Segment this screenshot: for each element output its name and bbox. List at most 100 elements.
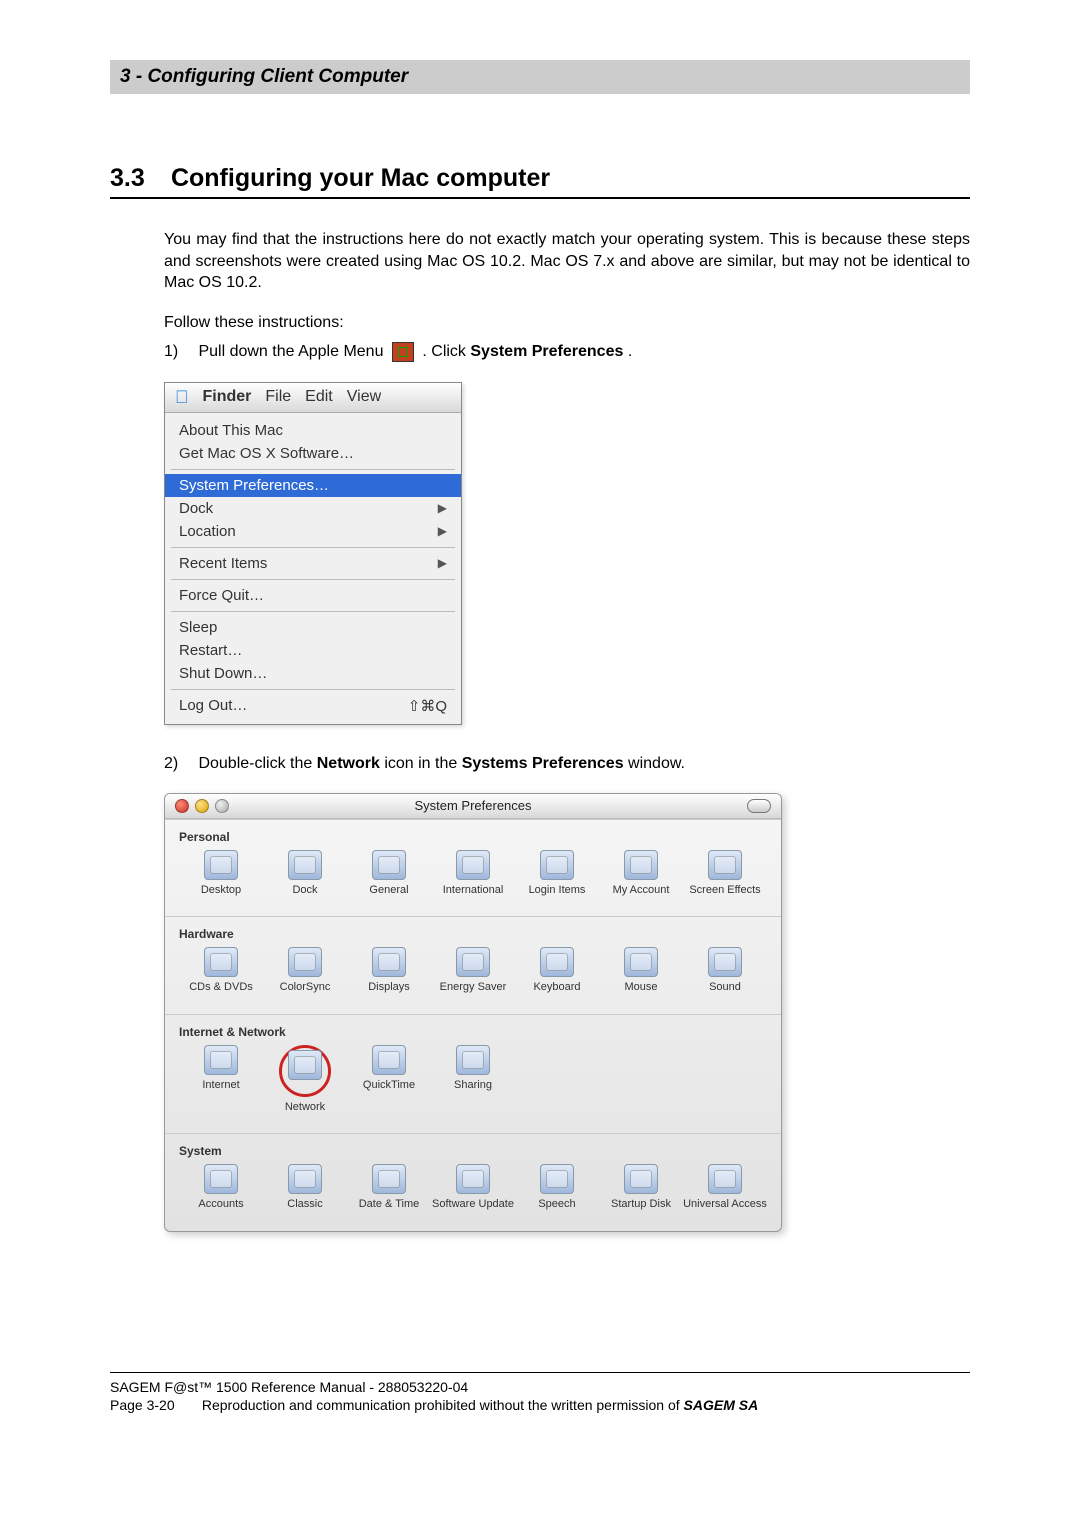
pref-item-label: Dock [263, 884, 347, 897]
pref-item-internet[interactable]: Internet [179, 1045, 263, 1113]
pref-item-desktop[interactable]: Desktop [179, 850, 263, 897]
pref-item-keyboard[interactable]: Keyboard [515, 947, 599, 994]
sysprefs-section-title: System [179, 1144, 767, 1158]
classic-icon [288, 1164, 322, 1194]
pref-item-label: Startup Disk [599, 1198, 683, 1211]
step-2-b1: Network [317, 755, 380, 772]
pref-item-network[interactable]: Network [263, 1045, 347, 1113]
step-2-b2: Systems Preferences [462, 755, 624, 772]
pref-item-dock[interactable]: Dock [263, 850, 347, 897]
step-1-number: 1) [164, 343, 194, 361]
menu-item-location[interactable]: Location ▶ [165, 520, 461, 543]
pref-item-label: Speech [515, 1198, 599, 1211]
system-preferences-window: System Preferences Personal DesktopDockGe… [164, 793, 782, 1232]
step-1-end: . [628, 343, 632, 360]
menu-item-log-out[interactable]: Log Out…⇧⌘Q [165, 694, 461, 718]
pref-item-general[interactable]: General [347, 850, 431, 897]
sysprefs-section-hardware: Hardware CDs & DVDsColorSyncDisplaysEnerg… [165, 916, 781, 1014]
pref-item-sharing[interactable]: Sharing [431, 1045, 515, 1113]
menu-item-label: About This Mac [179, 422, 283, 439]
menu-item-label: Recent Items [179, 555, 267, 572]
pref-item-label: International [431, 884, 515, 897]
pref-item-label: Keyboard [515, 981, 599, 994]
menu-item-dock[interactable]: Dock▶ [165, 497, 461, 520]
menubar-view[interactable]: View [347, 388, 381, 406]
menu-separator [171, 469, 455, 470]
apple-menu-body: About This Mac Get Mac OS X Software… Syst… [165, 413, 461, 724]
menu-item-label: Location [179, 523, 236, 540]
menu-item-get-mac-os-x-software[interactable]: Get Mac OS X Software… [165, 442, 461, 465]
pref-item-label: Accounts [179, 1198, 263, 1211]
sharing-icon [456, 1045, 490, 1075]
menu-item-force-quit[interactable]: Force Quit… [165, 584, 461, 607]
submenu-arrow-icon: ▶ [438, 524, 447, 538]
pref-item-my-account[interactable]: My Account [599, 850, 683, 897]
section-heading: Configuring your Mac computer [171, 164, 550, 192]
my-account-icon [624, 850, 658, 880]
pref-item-label: CDs & DVDs [179, 981, 263, 994]
cds-dvds-icon [204, 947, 238, 977]
displays-icon [372, 947, 406, 977]
menu-item-recent-items[interactable]: Recent Items▶ [165, 552, 461, 575]
sysprefs-title: System Preferences [165, 798, 781, 813]
menu-item-label: Force Quit… [179, 587, 264, 604]
sound-icon [708, 947, 742, 977]
pref-item-login-items[interactable]: Login Items [515, 850, 599, 897]
menubar-file[interactable]: File [265, 388, 291, 406]
menubar-finder[interactable]: Finder [203, 388, 252, 406]
pref-item-displays[interactable]: Displays [347, 947, 431, 994]
menu-item-about-this-mac[interactable]: About This Mac [165, 419, 461, 442]
pref-item-international[interactable]: International [431, 850, 515, 897]
pref-item-startup-disk[interactable]: Startup Disk [599, 1164, 683, 1211]
pref-item-quicktime[interactable]: QuickTime [347, 1045, 431, 1113]
sysprefs-section-title: Personal [179, 830, 767, 844]
pref-item-accounts[interactable]: Accounts [179, 1164, 263, 1211]
keyboard-icon [540, 947, 574, 977]
pref-item-date-time[interactable]: Date & Time [347, 1164, 431, 1211]
desktop-icon [204, 850, 238, 880]
pref-item-label: QuickTime [347, 1079, 431, 1092]
apple-logo-icon[interactable]:  [175, 387, 189, 408]
menu-separator [171, 579, 455, 580]
menu-item-system-preferences[interactable]: System Preferences… [165, 474, 461, 497]
follow-instructions: Follow these instructions: [164, 314, 970, 332]
energy-saver-icon [456, 947, 490, 977]
pref-item-energy-saver[interactable]: Energy Saver [431, 947, 515, 994]
pref-item-sound[interactable]: Sound [683, 947, 767, 994]
pref-item-label: Energy Saver [431, 981, 515, 994]
menu-item-sleep[interactable]: Sleep [165, 616, 461, 639]
pref-item-screen-effects[interactable]: Screen Effects [683, 850, 767, 897]
step-1-pre: Pull down the Apple Menu [198, 343, 387, 360]
pref-item-cds-dvds[interactable]: CDs & DVDs [179, 947, 263, 994]
quicktime-icon [372, 1045, 406, 1075]
menubar-edit[interactable]: Edit [305, 388, 333, 406]
step-2: 2) Double-click the Network icon in the … [164, 755, 970, 773]
step-1: 1) Pull down the Apple Menu . Click Syst… [164, 342, 970, 362]
pref-item-label: Date & Time [347, 1198, 431, 1211]
pref-item-label: Login Items [515, 884, 599, 897]
sysprefs-section-system: System AccountsClassicDate & TimeSoftware… [165, 1133, 781, 1231]
step-2-mid: icon in the [384, 755, 461, 772]
date-time-icon [372, 1164, 406, 1194]
pref-item-mouse[interactable]: Mouse [599, 947, 683, 994]
pref-item-colorsync[interactable]: ColorSync [263, 947, 347, 994]
pref-item-universal-access[interactable]: Universal Access [683, 1164, 767, 1211]
menu-item-shut-down[interactable]: Shut Down… [165, 662, 461, 685]
sysprefs-titlebar: System Preferences [165, 794, 781, 819]
universal-access-icon [708, 1164, 742, 1194]
step-2-post: window. [628, 755, 685, 772]
sysprefs-section-personal: Personal DesktopDockGeneralInternationalL… [165, 819, 781, 917]
sysprefs-section-network: Internet & NetworkInternetNetworkQuickTi… [165, 1014, 781, 1133]
network-icon [288, 1050, 322, 1080]
step-1-post: . Click [422, 343, 470, 360]
pref-item-label: General [347, 884, 431, 897]
pref-item-software-update[interactable]: Software Update [431, 1164, 515, 1211]
pref-item-speech[interactable]: Speech [515, 1164, 599, 1211]
menu-separator [171, 689, 455, 690]
section-number: 3.3 [110, 164, 164, 193]
footer-page: Page 3-20 [110, 1397, 175, 1413]
menu-item-restart[interactable]: Restart… [165, 639, 461, 662]
pref-item-classic[interactable]: Classic [263, 1164, 347, 1211]
sysprefs-section-title: Hardware [179, 927, 767, 941]
footer-line-1: SAGEM F@st™ 1500 Reference Manual - 2880… [110, 1379, 970, 1395]
